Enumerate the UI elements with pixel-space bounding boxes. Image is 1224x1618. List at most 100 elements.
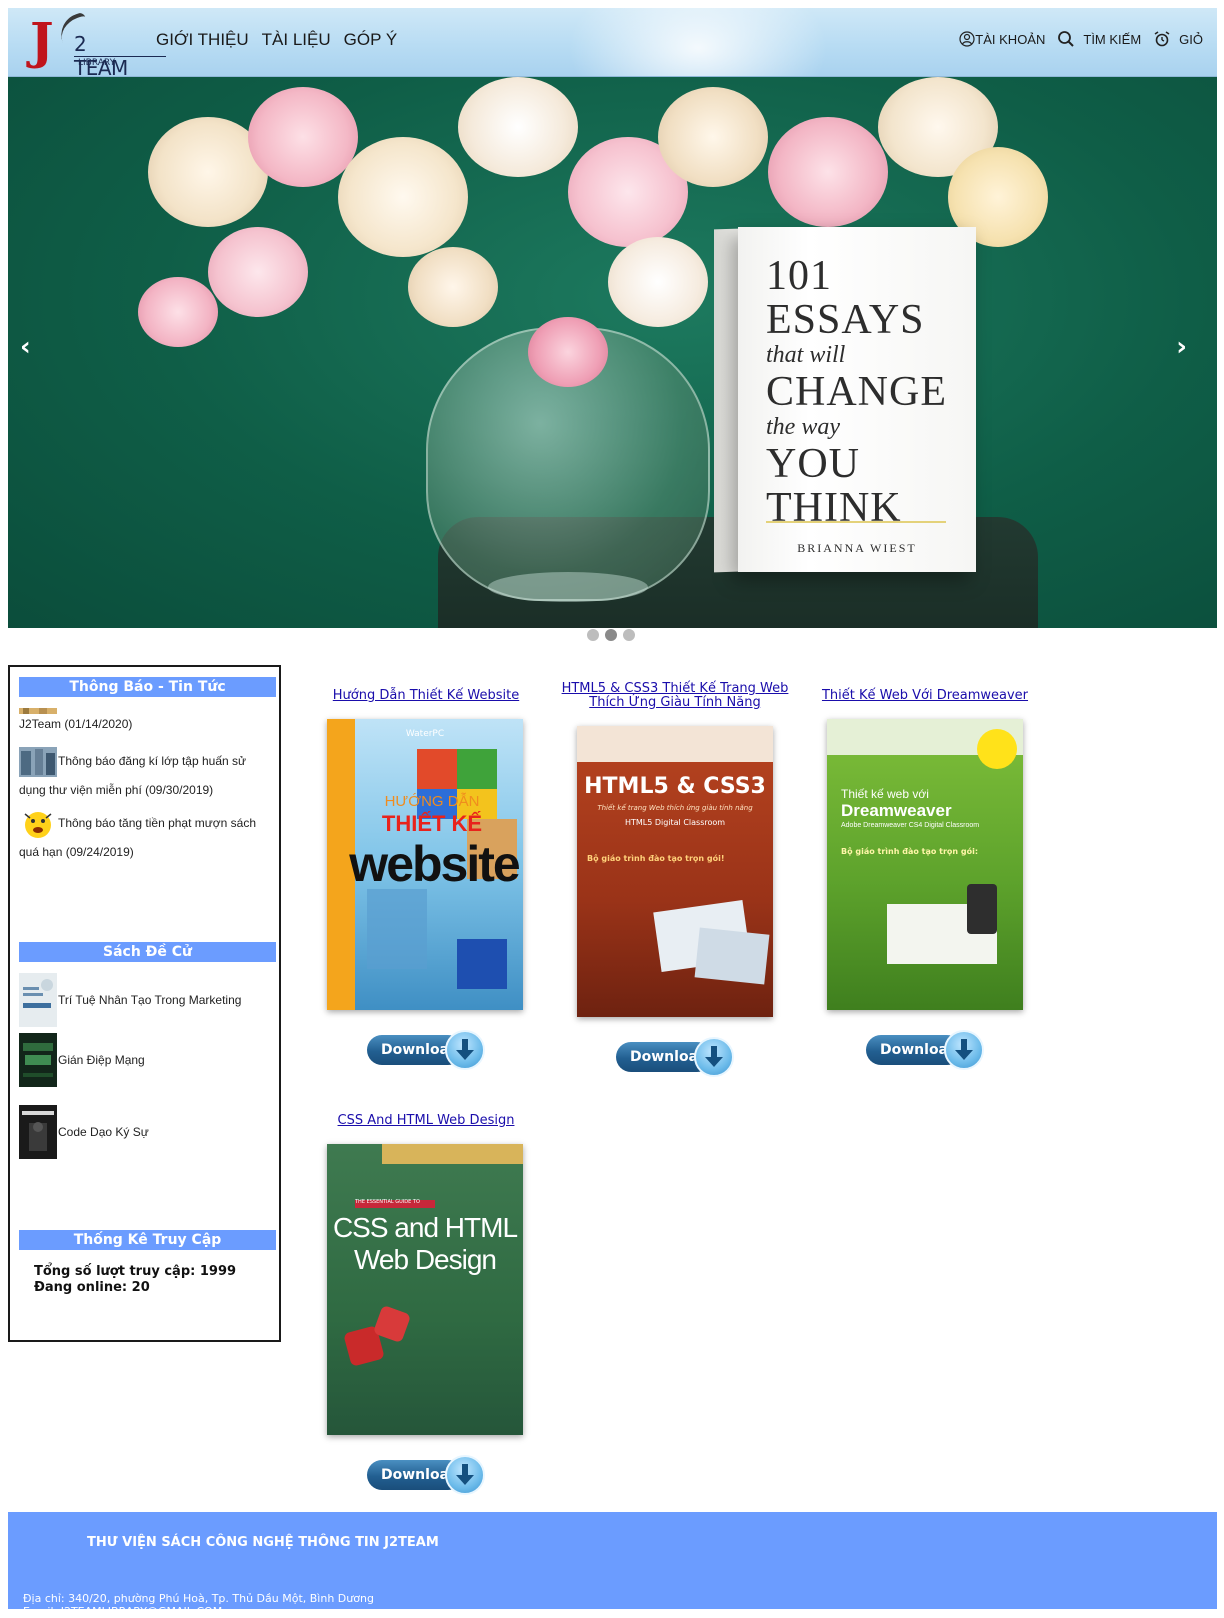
carousel-dot-3[interactable] [623,629,635,641]
flower-rose [208,227,308,317]
download-button[interactable]: Download [367,1455,485,1495]
news-heading: Thông Báo - Tin Tức [19,677,276,697]
carousel-prev-arrow-icon[interactable]: ‹ [20,332,31,362]
cover-text: HƯỚNG DẪN [384,793,480,810]
header-shine [568,8,828,76]
nav-gioi-thieu[interactable]: GIỚI THIỆU [156,30,249,50]
book-line: 101 [766,253,832,299]
cart-link[interactable]: GIỎ [1153,30,1203,48]
cover-text: HTML5 Digital Classroom [624,818,726,827]
nav-gop-y[interactable]: GÓP Ý [344,30,398,50]
recommended-book[interactable]: Gián Điệp Mạng [19,1033,145,1087]
cover-banner [577,726,773,762]
cover-screenshot [694,927,770,985]
top-navbar: J 2 TEAM LIBRARY GIỚI THIỆU TÀI LIỆU GÓP… [8,8,1217,78]
cover-text: HTML5 & CSS3 [584,774,766,799]
footer-contact: Địa chỉ: 340/20, phường Phú Hoà, Tp. Thủ… [23,1592,374,1618]
cart-label: GIỎ [1179,31,1203,47]
recommended-book[interactable]: Trí Tuệ Nhân Tạo Trong Marketing [19,973,241,1027]
cover-text: WaterPC [405,729,445,739]
download-button[interactable]: Download [616,1037,734,1077]
recommended-book[interactable]: Code Dạo Ký Sự [19,1105,149,1159]
nav-tai-lieu[interactable]: TÀI LIỆU [262,30,331,50]
banner-book: 101 ESSAYS that will CHANGE the way YOU … [738,227,976,572]
banner-book-spine [714,228,738,573]
logo-underline [74,56,166,57]
download-arrow-icon [445,1455,485,1495]
banner-book-author: BRIANNA WIEST [797,541,917,555]
carousel-dot-2[interactable] [605,629,617,641]
flower-rose [658,87,768,187]
flower-rose [528,317,608,387]
search-link[interactable]: TÌM KIẾM [1057,30,1141,48]
stats-heading: Thống Kê Truy Cập [19,1230,276,1250]
book-line: that will [766,342,846,368]
flower-rose [138,277,218,347]
user-nav: TÀI KHOẢN TÌM KIẾM GIỎ [947,30,1203,48]
stats-online: Đang online: 20 [34,1280,150,1295]
recommended-book-title: Trí Tuệ Nhân Tạo Trong Marketing [58,993,242,1007]
account-label: TÀI KHOẢN [975,31,1046,47]
book-cover-thumbnail [19,1033,57,1087]
cover-text: Web Design [353,1244,497,1275]
carousel-next-arrow-icon[interactable]: › [1176,332,1187,362]
cover-phone [967,884,997,934]
product-title-link[interactable]: Thiết Kế Web Với Dreamweaver [800,689,1050,703]
main-nav: GIỚI THIỆU TÀI LIỆU GÓP Ý [156,30,397,50]
product-cover[interactable]: THE ESSENTIAL GUIDE TO CSS and HTML Web … [327,1144,523,1435]
cover-banner [382,1144,523,1164]
product-cover[interactable]: Thiết kế web với Dreamweaver Adobe Dream… [827,719,1023,1010]
download-arrow-icon [694,1037,734,1077]
news-item[interactable]: Thông báo đăng kí lớp tập huấn sử dụng t… [19,747,271,804]
user-icon [959,31,975,47]
product-title-link[interactable]: CSS And HTML Web Design [301,1114,551,1128]
cover-text: Thiết kế trang Web thích ứng giàu tính n… [597,804,753,812]
product-card: HTML5 & CSS3 Thiết Kế Trang Web Thích Ứn… [550,682,800,710]
cover-badge [977,729,1017,769]
cover-text: website [349,836,520,892]
alarm-clock-icon [1154,31,1170,47]
cover-text: THIẾT KẾ [381,811,483,836]
book-line: the way [766,414,840,440]
news-item[interactable]: J2Team (01/14/2020) [19,703,271,731]
carousel-indicators [587,629,635,641]
site-footer: THƯ VIỆN SÁCH CÔNG NGHỆ THÔNG TIN J2TEAM… [8,1512,1217,1618]
recommended-book-title: Gián Điệp Mạng [58,1053,145,1067]
flower-rose [338,137,468,257]
book-cover-thumbnail [19,1105,57,1159]
banner-book-title: 101 ESSAYS that will CHANGE the way YOU … [766,255,966,531]
flower-rose [458,77,578,177]
footer-email[interactable]: Email: J2TEAMLIBRARY@GMAIL.COM [23,1605,374,1618]
site-logo[interactable]: J 2 TEAM LIBRARY [30,11,166,76]
book-line: YOU [766,441,860,487]
hero-carousel: 101 ESSAYS that will CHANGE the way YOU … [8,77,1217,628]
book-rule [766,521,946,523]
cover-text: Bộ giáo trình đào tạo trọn gói: [841,847,979,856]
flower-rose [408,247,498,327]
news-item[interactable]: Thông báo tăng tiền phạt mượn sách quá h… [19,809,271,866]
sidebar: Thông Báo - Tin Tức J2Team (01/14/2020) … [8,665,281,1342]
product-cover[interactable]: WaterPC HƯỚNG DẪN THIẾT KẾ website [327,719,523,1010]
account-link[interactable]: TÀI KHOẢN [959,31,1045,47]
book-line: CHANGE [766,369,947,415]
product-cover[interactable]: HTML5 & CSS3 Thiết kế trang Web thích ứn… [577,726,773,1017]
stats-total: Tổng số lượt truy cập: 1999 [34,1264,237,1279]
carousel-dot-1[interactable] [587,629,599,641]
search-label: TÌM KIẾM [1083,31,1142,47]
access-stats: Tổng số lượt truy cập: 1999 Đang online:… [34,1264,236,1296]
news-thumbnail-icon [19,707,57,714]
product-title-link[interactable]: Hướng Dẫn Thiết Kế Website [301,689,551,703]
recommended-book-title: Code Dạo Ký Sự [58,1125,149,1139]
download-button[interactable]: Download [367,1030,485,1070]
download-arrow-icon [944,1030,984,1070]
flower-rose [768,117,888,227]
download-button[interactable]: Download [866,1030,984,1070]
product-title-link[interactable]: HTML5 & CSS3 Thiết Kế Trang Web Thích Ứn… [550,682,800,710]
download-arrow-icon [445,1030,485,1070]
product-card: Hướng Dẫn Thiết Kế Website [301,689,551,703]
cover-text: Adobe Dreamweaver CS4 Digital Classroom [841,822,980,829]
cover-text: THE ESSENTIAL GUIDE TO [355,1199,420,1205]
cover-text: CSS and HTML [332,1212,518,1243]
banner-vase-base [488,572,648,602]
logo-subtext: LIBRARY [78,58,116,68]
